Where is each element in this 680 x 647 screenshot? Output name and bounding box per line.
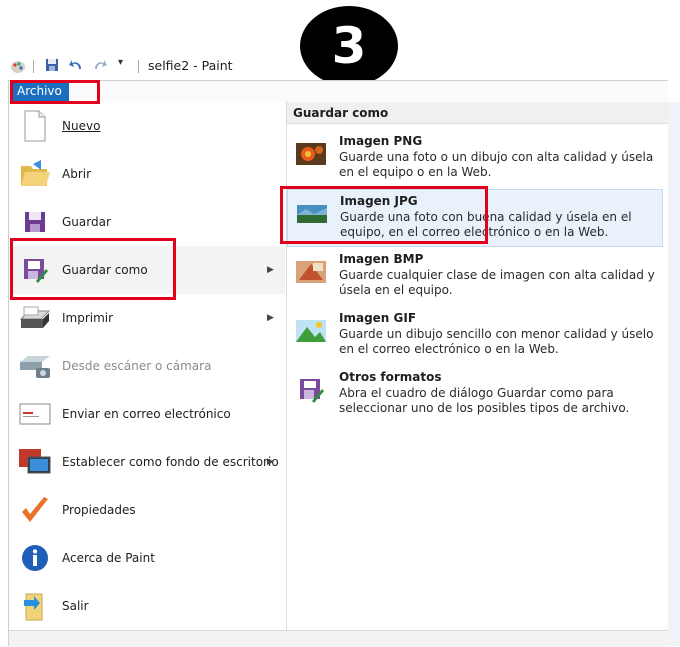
submenu-arrow-icon: ▶ [267, 313, 274, 323]
customize-qat-dropdown-icon[interactable]: ▾ [118, 57, 123, 68]
checkmark-icon [18, 493, 52, 527]
menu-item-nuevo[interactable]: Nuevo [10, 102, 285, 150]
option-title: Imagen GIF [339, 311, 417, 325]
open-folder-icon [18, 157, 52, 191]
scanner-icon [18, 349, 52, 383]
submenu-arrow-icon: ▶ [267, 457, 274, 467]
bmp-image-icon [296, 261, 326, 283]
new-document-icon [18, 109, 52, 143]
gif-image-icon [296, 320, 326, 342]
menu-item-acerca-de[interactable]: Acerca de Paint [10, 534, 285, 582]
window-title: selfie2 - Paint [148, 58, 233, 73]
highlight-imagen-jpg [280, 186, 488, 244]
ribbon-edge-strip [668, 102, 680, 646]
option-otros-formatos[interactable]: Otros formatos Abra el cuadro de diálogo… [287, 366, 663, 424]
option-title: Otros formatos [339, 370, 442, 384]
option-description: Guarde cualquier clase de imagen con alt… [339, 268, 655, 297]
file-menu: Nuevo Abrir Guardar Guardar como ▶ Impri… [10, 102, 285, 630]
menu-item-propiedades[interactable]: Propiedades [10, 486, 285, 534]
menu-item-imprimir[interactable]: Imprimir ▶ [10, 294, 285, 342]
option-png[interactable]: Imagen PNG Guarde una foto o un dibujo c… [287, 130, 663, 188]
menu-item-fondo-escritorio[interactable]: Establecer como fondo de escritorio ▶ [10, 438, 285, 486]
title-separator [138, 60, 139, 73]
option-title: Imagen BMP [339, 252, 424, 266]
menu-item-escaner: Desde escáner o cámara [10, 342, 285, 390]
guardar-como-submenu: Guardar como Imagen PNG Guarde una foto … [286, 102, 668, 630]
option-description: Guarde una foto o un dibujo con alta cal… [339, 150, 654, 179]
menu-item-abrir[interactable]: Abrir [10, 150, 285, 198]
save-qat-icon[interactable] [45, 58, 59, 74]
title-bar: ▾ selfie2 - Paint [0, 52, 680, 80]
submenu-arrow-icon: ▶ [267, 265, 274, 275]
menu-item-label: Nuevo [62, 119, 101, 133]
exit-icon [18, 589, 52, 623]
submenu-header: Guardar como [287, 102, 668, 124]
option-gif[interactable]: Imagen GIF Guarde un dibujo sencillo con… [287, 307, 663, 365]
other-formats-icon [300, 379, 324, 403]
option-title: Imagen PNG [339, 134, 423, 148]
option-description: Abra el cuadro de diálogo Guardar como p… [339, 386, 630, 415]
menu-item-label: Enviar en correo electrónico [62, 407, 231, 421]
menu-item-label: Propiedades [62, 503, 136, 517]
highlight-archivo [10, 80, 100, 104]
email-icon [18, 397, 52, 431]
menu-item-label: Abrir [62, 167, 92, 181]
paint-app-icon[interactable] [10, 58, 26, 74]
png-image-icon [296, 143, 326, 165]
menu-bottom-bar [9, 630, 668, 647]
undo-qat-icon[interactable] [68, 58, 84, 74]
menu-item-label: Salir [62, 599, 89, 613]
menu-item-label: Guardar [62, 215, 111, 229]
menu-item-label: Imprimir [62, 311, 114, 325]
info-icon [18, 541, 52, 575]
desktop-background-icon [18, 445, 52, 479]
option-description: Guarde un dibujo sencillo con menor cali… [339, 327, 654, 356]
menu-item-label: Acerca de Paint [62, 551, 155, 565]
highlight-guardar-como [10, 238, 176, 300]
menu-item-salir[interactable]: Salir [10, 582, 285, 630]
save-disk-icon [18, 205, 52, 239]
menu-item-enviar-correo[interactable]: Enviar en correo electrónico [10, 390, 285, 438]
printer-icon [18, 301, 52, 335]
option-bmp[interactable]: Imagen BMP Guarde cualquier clase de ima… [287, 248, 663, 306]
ribbon-tab-row [9, 81, 668, 103]
menu-item-label: Desde escáner o cámara [62, 359, 212, 373]
menu-item-label: Establecer como fondo de escritorio [62, 455, 279, 469]
redo-qat-icon[interactable] [92, 58, 108, 74]
qat-separator [33, 60, 34, 73]
